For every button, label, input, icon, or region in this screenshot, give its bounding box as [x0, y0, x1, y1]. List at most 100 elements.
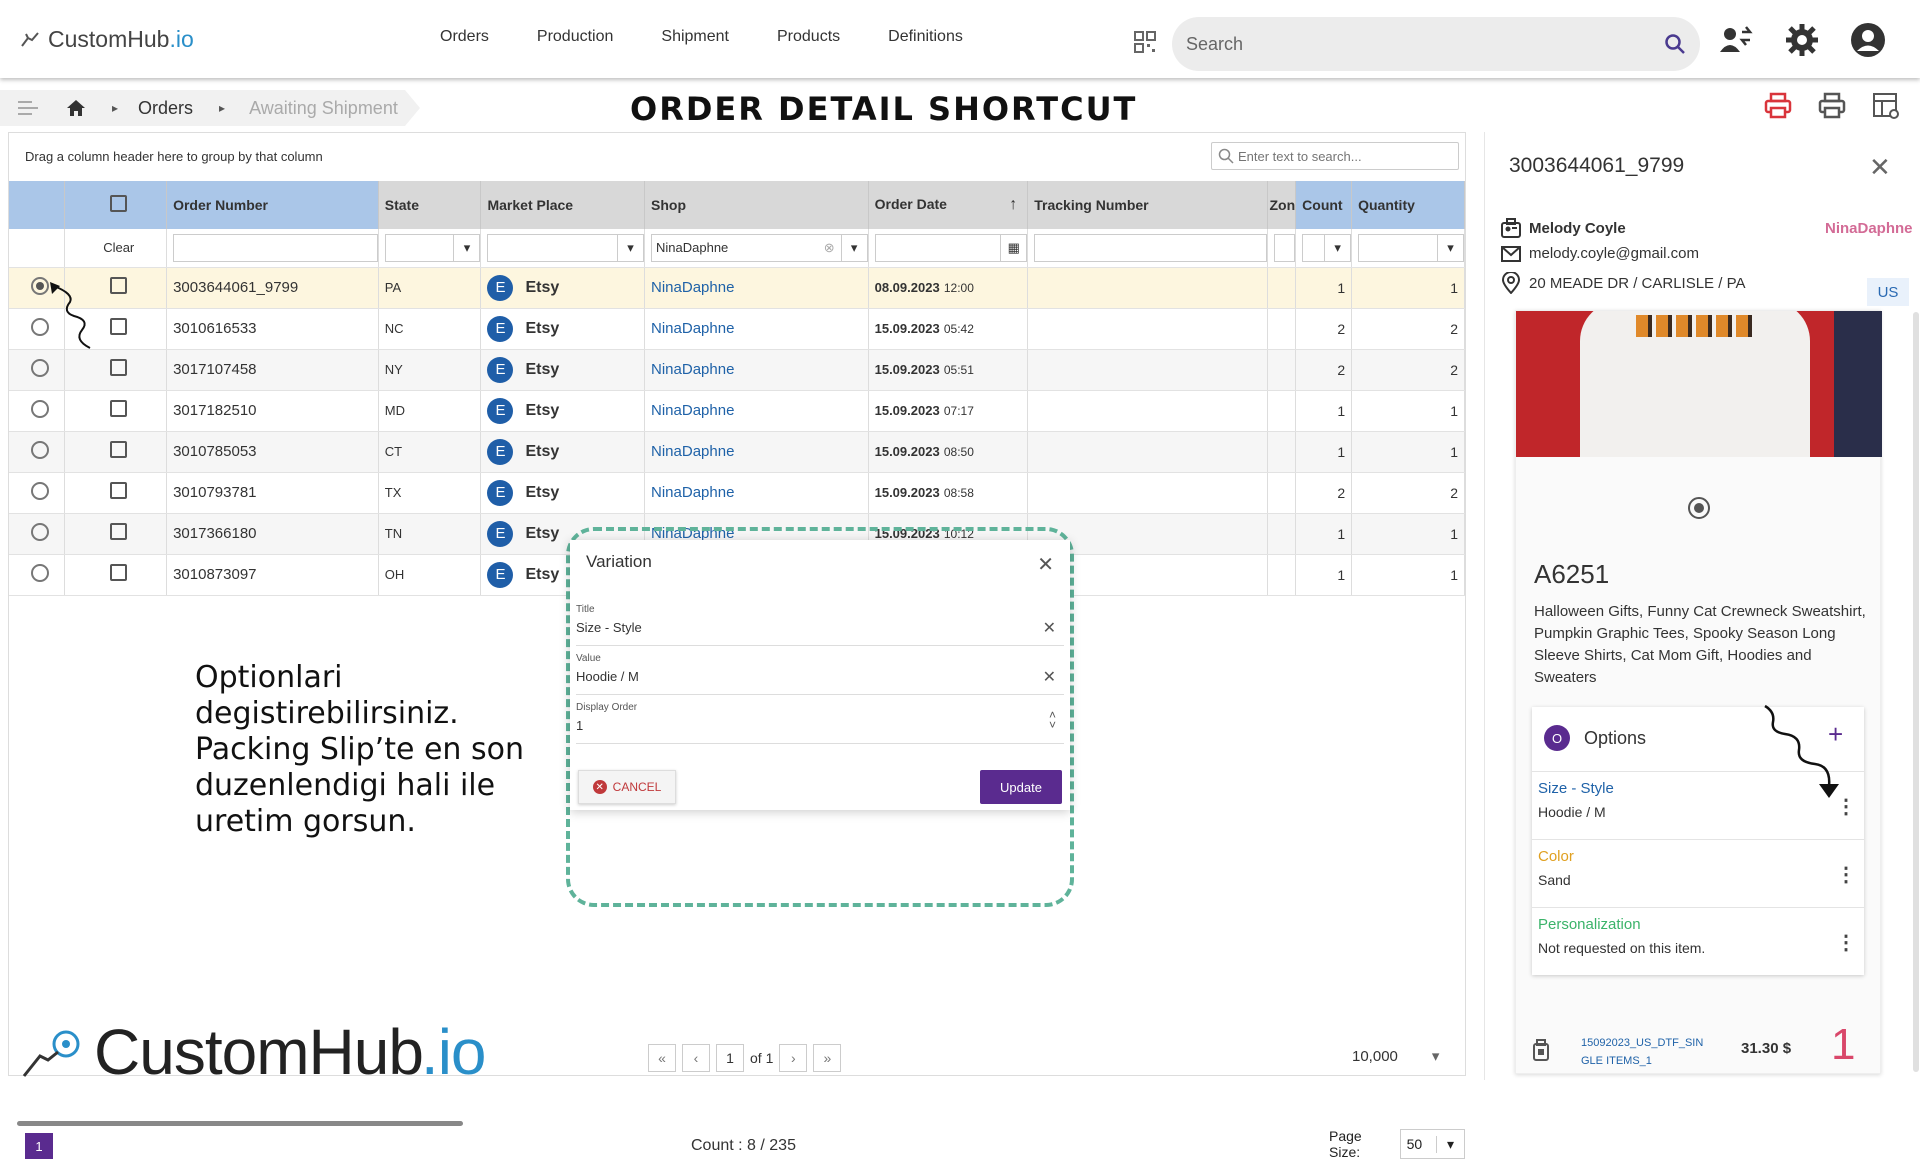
- cell-order-number[interactable]: 3017107458: [166, 349, 379, 391]
- page-size-select[interactable]: 50 ▾: [1399, 1129, 1465, 1159]
- product-image[interactable]: [1516, 311, 1882, 457]
- value-field[interactable]: Value Hoodie / M ✕: [576, 653, 1064, 695]
- row-checkbox[interactable]: [110, 441, 128, 458]
- filter-zone-input[interactable]: [1273, 233, 1296, 262]
- qr-code-icon[interactable]: [1134, 31, 1156, 53]
- shop-link[interactable]: NinaDaphne: [651, 484, 734, 501]
- table-row[interactable]: 3017107458 NY E Etsy NinaDaphne 15.09.2023 05…: [9, 349, 1465, 391]
- print-icon[interactable]: [1818, 92, 1846, 120]
- cell-order-number[interactable]: 3017366180: [166, 513, 379, 555]
- row-checkbox[interactable]: [110, 400, 128, 417]
- detail-shop[interactable]: NinaDaphne: [1825, 220, 1913, 237]
- display-order-field[interactable]: Display Order 1 ˄ ˅: [576, 702, 1064, 744]
- last-page-icon[interactable]: »: [813, 1044, 842, 1072]
- row-checkbox[interactable]: [110, 277, 128, 294]
- print-red-icon[interactable]: [1764, 92, 1792, 120]
- prev-page-icon[interactable]: ‹: [682, 1044, 710, 1072]
- nav-products[interactable]: Products: [777, 28, 840, 46]
- header-market-place[interactable]: Market Place: [480, 181, 646, 229]
- account-avatar-icon[interactable]: [1850, 22, 1886, 58]
- table-row[interactable]: 3010616533 NC E Etsy NinaDaphne 15.09.2023 05…: [9, 308, 1465, 350]
- header-checkbox[interactable]: [64, 181, 168, 229]
- update-button[interactable]: Update: [980, 770, 1062, 804]
- limit-select[interactable]: 10,000 ▾: [1352, 1047, 1439, 1065]
- next-page-icon[interactable]: ›: [779, 1044, 808, 1072]
- grid-search-input[interactable]: [1238, 148, 1458, 164]
- filter-market-select[interactable]: ▾: [487, 233, 645, 262]
- option-menu-icon[interactable]: ⋮: [1836, 930, 1856, 955]
- cell-order-number[interactable]: 3010616533: [166, 308, 379, 350]
- close-icon[interactable]: ✕: [1869, 152, 1891, 183]
- carousel-indicator[interactable]: [1688, 497, 1710, 519]
- calendar-icon[interactable]: ▦: [1000, 234, 1026, 261]
- home-icon[interactable]: [66, 99, 86, 117]
- cell-order-number[interactable]: 3010793781: [166, 472, 379, 514]
- filter-order-input[interactable]: [173, 233, 378, 262]
- nav-definitions[interactable]: Definitions: [888, 28, 963, 46]
- filter-state-select[interactable]: ▾: [384, 233, 481, 262]
- cell-order-number[interactable]: 3010785053: [166, 431, 379, 473]
- filter-clear[interactable]: Clear: [64, 229, 168, 268]
- user-switch-icon[interactable]: [1718, 22, 1754, 58]
- cell-order-number[interactable]: 3017182510: [166, 390, 379, 432]
- filter-count-select[interactable]: ▾: [1302, 233, 1352, 262]
- filter-quantity-select[interactable]: ▾: [1358, 233, 1464, 262]
- option-row[interactable]: Personalization Not requested on this it…: [1532, 907, 1864, 975]
- row-checkbox[interactable]: [110, 482, 128, 499]
- shop-link[interactable]: NinaDaphne: [651, 443, 734, 460]
- title-field[interactable]: Title Size - Style ✕: [576, 604, 1064, 646]
- row-select-radio[interactable]: [30, 522, 49, 541]
- shop-link[interactable]: NinaDaphne: [651, 361, 734, 378]
- nav-production[interactable]: Production: [537, 28, 614, 46]
- row-checkbox[interactable]: [110, 318, 128, 335]
- row-checkbox[interactable]: [110, 359, 128, 376]
- line-item[interactable]: 15092023_US_DTF_SIN GLE ITEMS_1 31.30 $ 1: [1515, 1020, 1895, 1072]
- row-checkbox[interactable]: [110, 523, 128, 540]
- filter-date-input[interactable]: ▦: [874, 233, 1028, 262]
- close-icon[interactable]: ✕: [1037, 552, 1054, 577]
- clear-icon[interactable]: ✕: [1043, 667, 1056, 687]
- breadcrumb-orders[interactable]: Orders: [138, 98, 193, 119]
- nav-orders[interactable]: Orders: [440, 28, 489, 46]
- row-select-radio[interactable]: [30, 399, 49, 418]
- menu-collapse-icon[interactable]: [18, 100, 42, 116]
- nav-shipment[interactable]: Shipment: [661, 28, 729, 46]
- header-zone[interactable]: Zon: [1267, 181, 1297, 229]
- table-row[interactable]: 3010793781 TX E Etsy NinaDaphne 15.09.2023 08…: [9, 472, 1465, 514]
- clear-icon[interactable]: ✕: [1043, 618, 1056, 638]
- table-row[interactable]: 3017182510 MD E Etsy NinaDaphne 15.09.2023 07…: [9, 390, 1465, 432]
- filter-tracking-input[interactable]: [1034, 233, 1267, 262]
- table-row[interactable]: 3010785053 CT E Etsy NinaDaphne 15.09.2023 08…: [9, 431, 1465, 473]
- row-select-radio[interactable]: [30, 481, 49, 500]
- app-logo[interactable]: CustomHub .io: [20, 26, 194, 53]
- panel-scrollbar[interactable]: [1913, 312, 1919, 1072]
- option-menu-icon[interactable]: ⋮: [1836, 862, 1856, 887]
- cancel-button[interactable]: ✕ CANCEL: [578, 770, 676, 804]
- shop-link[interactable]: NinaDaphne: [651, 279, 734, 296]
- row-select-radio[interactable]: [30, 563, 49, 582]
- clear-icon[interactable]: ⊗: [824, 240, 835, 256]
- header-state[interactable]: State: [378, 181, 482, 229]
- search-input[interactable]: [1186, 33, 1664, 55]
- header-tracking-number[interactable]: Tracking Number: [1027, 181, 1268, 229]
- select-all-checkbox[interactable]: [110, 195, 128, 212]
- table-settings-icon[interactable]: [1872, 92, 1900, 120]
- row-checkbox[interactable]: [110, 564, 128, 581]
- row-select-radio[interactable]: [30, 358, 49, 377]
- search-icon[interactable]: [1664, 33, 1686, 55]
- filter-shop-select[interactable]: NinaDaphne ⊗ ▾: [651, 233, 868, 262]
- horizontal-scrollbar[interactable]: [17, 1121, 463, 1126]
- table-row[interactable]: 3003644061_9799 PA E Etsy NinaDaphne 08.09.20…: [9, 267, 1465, 309]
- customer-email[interactable]: melody.coyle@gmail.com: [1529, 245, 1699, 262]
- first-page-icon[interactable]: «: [648, 1044, 676, 1072]
- settings-gear-icon[interactable]: [1784, 22, 1820, 58]
- cell-order-number[interactable]: 3003644061_9799: [166, 267, 379, 309]
- header-order-date[interactable]: Order Date ↑: [868, 181, 1029, 229]
- header-quantity[interactable]: Quantity: [1351, 181, 1465, 229]
- page-number-input[interactable]: 1: [716, 1044, 744, 1072]
- header-shop[interactable]: Shop: [644, 181, 869, 229]
- option-row[interactable]: Color Sand ⋮: [1532, 839, 1864, 907]
- header-order-number[interactable]: Order Number: [166, 181, 379, 229]
- header-count[interactable]: Count: [1295, 181, 1353, 229]
- shop-link[interactable]: NinaDaphne: [651, 320, 734, 337]
